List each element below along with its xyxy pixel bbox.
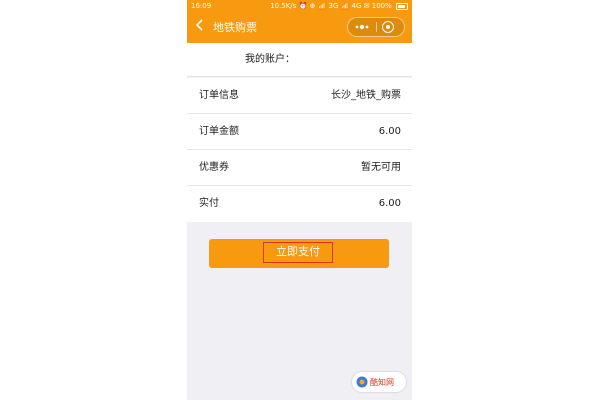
row-value: 6.00 <box>378 198 401 209</box>
status-network: 10.5K/s ⏰ ⊕ 📶 3G 📶 4G ✉ <box>270 2 370 10</box>
capsule-divider <box>376 22 377 32</box>
status-bar: 16:09 10.5K/s ⏰ ⊕ 📶 3G 📶 4G ✉ 100% <box>187 0 412 12</box>
order-info-row: 订单信息 长沙_地铁_购票 <box>187 78 412 114</box>
coupon-row[interactable]: 优惠券 暂无可用 <box>187 150 412 186</box>
battery-icon <box>396 2 408 10</box>
back-button[interactable] <box>195 18 205 37</box>
mini-program-capsule <box>347 17 405 37</box>
navigation-bar: 地铁购票 <box>187 12 412 43</box>
order-info-list: 订单信息 长沙_地铁_购票 订单金额 6.00 优惠券 暂无可用 实付 6.00 <box>187 78 412 222</box>
chevron-left-icon <box>195 19 203 31</box>
status-battery-text: 100% <box>371 2 392 10</box>
status-time: 16:09 <box>191 2 212 10</box>
site-logo-icon: 酷知网 <box>356 376 394 388</box>
order-amount-row: 订单金额 6.00 <box>187 114 412 150</box>
row-key: 优惠券 <box>199 162 229 173</box>
row-key: 订单金额 <box>199 126 239 137</box>
row-value: 暂无可用 <box>361 162 401 173</box>
svg-text:酷知网: 酷知网 <box>370 377 394 387</box>
pay-now-label: 立即支付 <box>263 242 333 263</box>
row-key: 实付 <box>199 198 219 209</box>
close-mini-program-button[interactable] <box>382 21 394 33</box>
more-button[interactable] <box>348 18 376 36</box>
more-dots-icon <box>355 24 369 30</box>
account-label: 我的账户： <box>245 54 295 65</box>
status-indicators: 10.5K/s ⏰ ⊕ 📶 3G 📶 4G ✉ 100% <box>270 0 408 12</box>
watermark-badge: 酷知网 <box>352 372 406 392</box>
account-row: 我的账户： <box>187 43 412 77</box>
page-title: 地铁购票 <box>213 21 257 34</box>
row-value: 长沙_地铁_购票 <box>331 90 401 101</box>
row-value: 6.00 <box>378 126 401 137</box>
pay-now-button[interactable]: 立即支付 <box>209 239 389 268</box>
actual-payment-row: 实付 6.00 <box>187 186 412 222</box>
row-key: 订单信息 <box>199 90 239 101</box>
phone-screen: 16:09 10.5K/s ⏰ ⊕ 📶 3G 📶 4G ✉ 100% 地铁购票 <box>187 0 412 400</box>
